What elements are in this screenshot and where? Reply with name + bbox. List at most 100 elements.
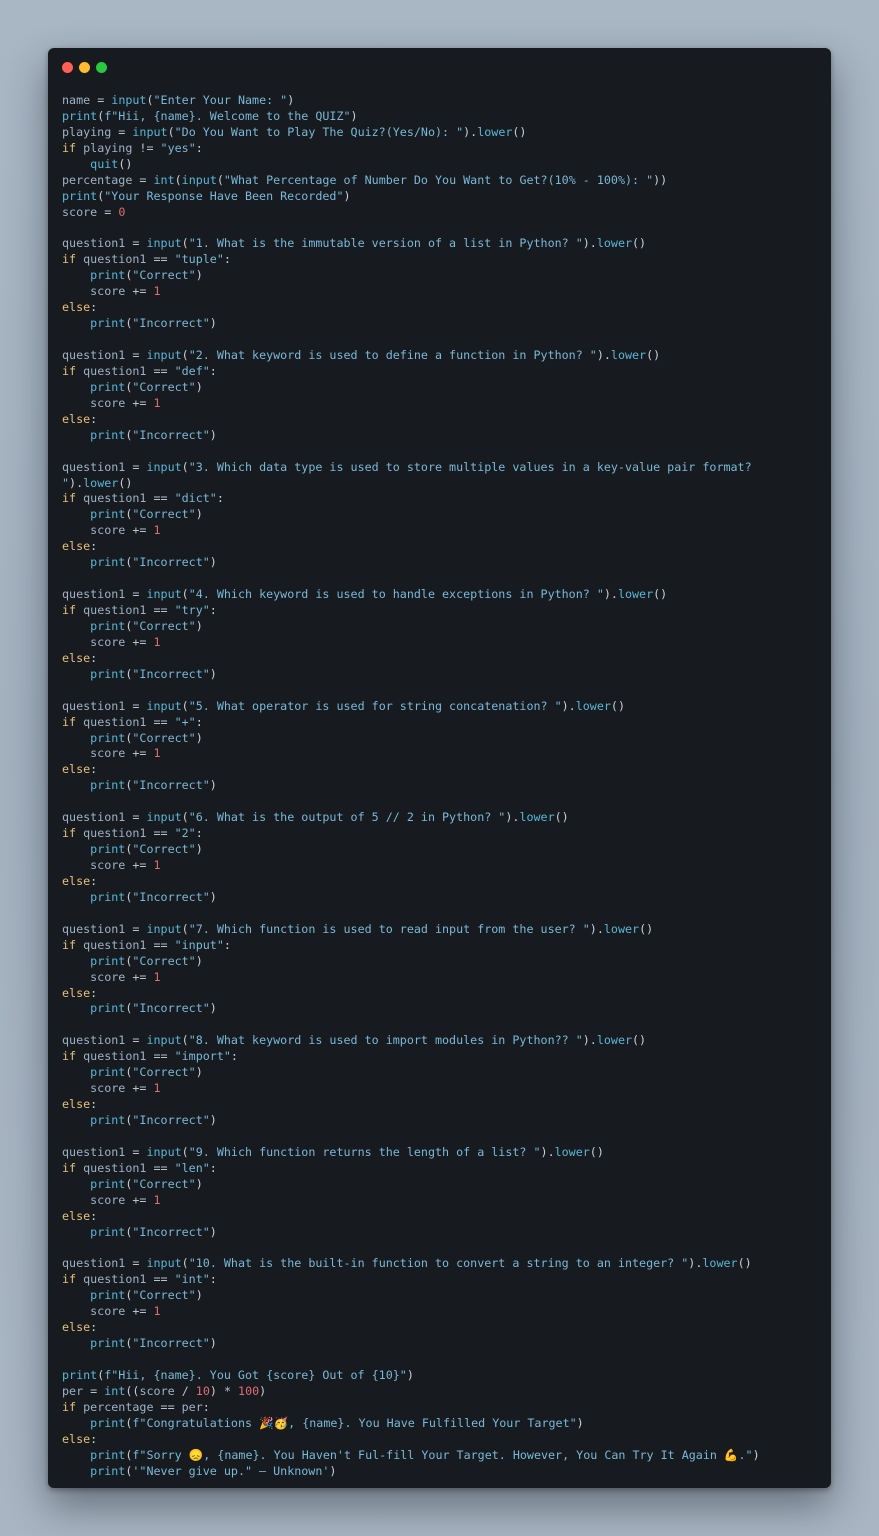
code-token-var: question1 (76, 826, 154, 841)
code-token-fn: int (153, 172, 175, 187)
code-token-punc: ) (195, 379, 203, 394)
code-token-op: += (132, 858, 147, 872)
code-token-var (168, 603, 175, 617)
code-token-fn: input (132, 124, 168, 139)
code-token-str: f"Sorry 😞, {name}. You Haven't Ful-fill … (132, 1447, 753, 1462)
code-token-punc: ) (209, 316, 217, 331)
code-token-punc: ). (69, 475, 84, 490)
code-token-punc: ) (195, 507, 203, 522)
code-token-punc: ( (181, 921, 189, 936)
code-token-str: "len" (174, 1160, 210, 1175)
code-token-var (154, 141, 161, 155)
minimize-dot-icon[interactable] (79, 62, 90, 73)
code-line: score += 1 (62, 858, 760, 874)
code-token-punc: : (90, 1320, 98, 1335)
code-token-var (62, 268, 90, 282)
code-token-punc: ) (209, 889, 217, 904)
code-token-punc: ( (181, 1033, 189, 1048)
code-token-punc: : (195, 826, 203, 841)
code-token-kw: else (62, 985, 91, 1000)
code-window: name = input("Enter Your Name: ") print(f… (48, 48, 831, 1488)
code-token-var (62, 954, 90, 968)
code-line: if percentage == per: (62, 1400, 760, 1416)
code-token-op: += (132, 746, 147, 761)
code-token-punc: ) (195, 730, 203, 745)
code-token-str: "Incorrect" (132, 889, 210, 904)
code-token-str: "2" (174, 826, 196, 841)
code-token-punc: ). (596, 348, 611, 362)
code-token-punc: )) (653, 172, 668, 187)
code-token-op: == (153, 491, 168, 506)
code-token-punc: : (195, 714, 203, 729)
code-token-punc: ) (195, 953, 203, 968)
code-line: question1 = input("5. What operator is u… (62, 699, 760, 715)
code-token-str: "Incorrect" (132, 1224, 210, 1239)
code-token-op: = (125, 1144, 147, 1159)
close-dot-icon[interactable] (62, 62, 73, 73)
code-token-str: "Correct" (132, 618, 196, 633)
code-token-str: "Incorrect" (132, 666, 210, 681)
code-token-op: == (153, 1272, 168, 1287)
code-token-str: "2. What keyword is used to define a fun… (188, 348, 597, 362)
code-token-str: "9. Which function returns the length of… (188, 1144, 541, 1159)
code-token-kw: if (62, 826, 77, 841)
code-token-punc: ). (582, 236, 597, 251)
code-token-var (62, 778, 90, 792)
code-token-fn: print (90, 555, 126, 570)
code-token-op: == (160, 1399, 175, 1414)
code-token-str: "3. Which data type is used to store mul… (188, 459, 752, 474)
code-line: question1 = input("1. What is the immuta… (62, 236, 760, 252)
code-token-fn: print (90, 842, 126, 857)
code-token-fn: input (146, 1033, 182, 1048)
code-token-punc: ) (259, 1383, 267, 1398)
code-token-punc: ( (174, 172, 182, 187)
code-token-op: * (216, 1383, 239, 1398)
code-token-str: "yes" (160, 140, 196, 155)
code-token-var: score (62, 284, 133, 299)
code-token-str: "input" (174, 937, 224, 952)
code-token-fn: print (90, 953, 126, 968)
code-line: question1 = input("2. What keyword is us… (62, 348, 760, 364)
code-token-var (62, 890, 90, 904)
code-token-punc: ) (195, 842, 203, 857)
code-line: print("Correct") (62, 842, 760, 858)
code-token-num: 1 (153, 1081, 161, 1096)
code-token-op: += (132, 523, 147, 538)
code-line: print("Incorrect") (62, 1001, 760, 1017)
code-token-punc: ). (505, 810, 520, 825)
code-line: print("Incorrect") (62, 778, 760, 794)
code-token-var (62, 1336, 90, 1350)
code-token-str: "7. Which function is used to read input… (188, 921, 590, 936)
code-token-punc: ) (287, 93, 295, 107)
code-token-var (146, 635, 153, 649)
code-line: print("Correct") (62, 1288, 760, 1304)
code-line: score = 0 (62, 205, 760, 221)
code-token-fn: input (146, 1256, 182, 1271)
code-token-var (168, 364, 175, 378)
code-token-fn: print (90, 666, 126, 681)
code-token-fn: print (90, 1224, 126, 1239)
maximize-dot-icon[interactable] (96, 62, 107, 73)
code-token-num: 1 (153, 969, 161, 984)
code-token-var: percentage (62, 172, 133, 187)
code-token-kw: if (62, 1160, 77, 1175)
code-token-punc: : (90, 985, 98, 1000)
code-token-str: "4. Which keyword is used to handle exce… (188, 587, 604, 602)
code-token-op: / (181, 1383, 189, 1398)
code-token-var: score (62, 634, 133, 649)
code-token-var: question1 (76, 363, 154, 378)
code-token-var: percentage (76, 1399, 161, 1414)
code-line: question1 = input("7. Which function is … (62, 922, 760, 938)
code-token-str: "def" (174, 363, 210, 378)
code-line: print("Correct") (62, 731, 760, 747)
code-token-fn: lower (554, 1144, 590, 1159)
code-token-punc: ) (350, 108, 358, 123)
code-token-kw: else (62, 1208, 91, 1223)
code-token-punc: : (209, 363, 217, 378)
code-line: playing = input("Do You Want to Play The… (62, 125, 760, 141)
code-token-var: score (62, 1081, 133, 1096)
